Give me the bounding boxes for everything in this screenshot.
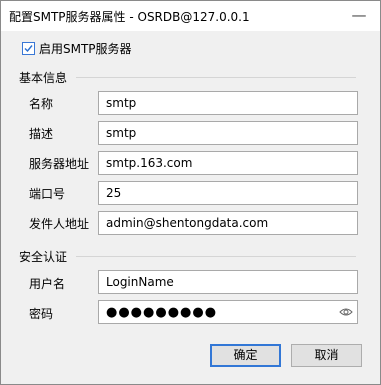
description-label: 描述 <box>29 127 54 141</box>
security-section-title: 安全认证 <box>19 250 68 264</box>
cancel-button[interactable]: 取消 <box>291 344 362 367</box>
cancel-button-label: 取消 <box>314 348 339 362</box>
basic-info-divider <box>76 77 356 78</box>
name-label: 名称 <box>29 97 54 111</box>
ok-button[interactable]: 确定 <box>210 344 281 367</box>
eye-icon[interactable] <box>339 306 353 318</box>
username-input-value: LoginName <box>106 275 174 289</box>
description-input[interactable]: smtp <box>98 121 358 145</box>
name-input-value: smtp <box>106 96 137 110</box>
security-divider <box>76 256 356 257</box>
basic-info-section-title: 基本信息 <box>19 71 68 85</box>
sender-address-input[interactable]: admin@shentongdata.com <box>98 211 358 235</box>
window-title: 配置SMTP服务器属性 - OSRDB@127.0.0.1 <box>9 10 250 24</box>
server-address-label: 服务器地址 <box>29 157 90 171</box>
checkmark-icon <box>24 44 33 52</box>
ok-button-label: 确定 <box>233 348 258 362</box>
port-input-value: 25 <box>106 186 122 200</box>
description-input-value: smtp <box>106 126 137 140</box>
server-address-input-value: smtp.163.com <box>106 156 193 170</box>
close-icon: — <box>351 6 367 24</box>
sender-address-label: 发件人地址 <box>29 217 90 231</box>
name-input[interactable]: smtp <box>98 91 358 115</box>
port-input[interactable]: 25 <box>98 181 358 205</box>
password-input-value: ●●●●●●●●● <box>106 305 218 320</box>
password-input[interactable]: ●●●●●●●●● <box>98 300 358 324</box>
close-button[interactable]: — <box>350 6 368 24</box>
username-input[interactable]: LoginName <box>98 270 358 294</box>
enable-smtp-label: 启用SMTP服务器 <box>39 41 132 56</box>
enable-smtp-checkbox[interactable] <box>22 41 35 55</box>
title-bar[interactable]: 配置SMTP服务器属性 - OSRDB@127.0.0.1 — <box>1 1 380 31</box>
port-label: 端口号 <box>29 187 66 201</box>
dialog-window: 配置SMTP服务器属性 - OSRDB@127.0.0.1 — 启用SMTP服务… <box>0 0 381 385</box>
password-label: 密码 <box>29 307 54 321</box>
sender-address-input-value: admin@shentongdata.com <box>106 216 269 230</box>
server-address-input[interactable]: smtp.163.com <box>98 151 358 175</box>
enable-smtp-checkbox-row[interactable]: 启用SMTP服务器 <box>22 40 132 56</box>
username-label: 用户名 <box>29 277 66 291</box>
